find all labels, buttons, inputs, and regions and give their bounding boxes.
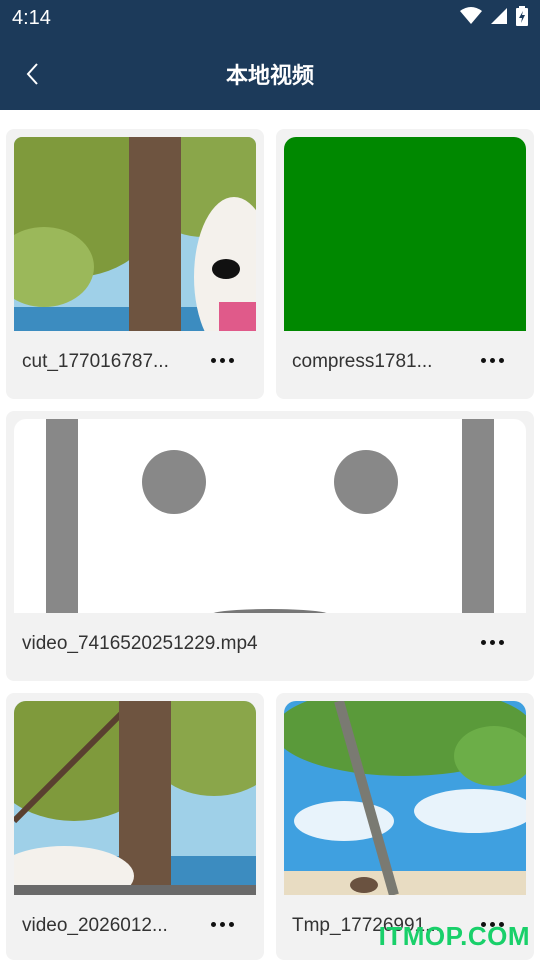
more-options-button[interactable] bbox=[472, 345, 512, 375]
video-thumbnail-image bbox=[14, 137, 256, 331]
more-dot-icon bbox=[219, 357, 225, 363]
more-dot-icon bbox=[498, 357, 504, 363]
more-dot-icon bbox=[498, 639, 504, 645]
video-name: cut_177016787... bbox=[22, 351, 169, 372]
wifi-icon bbox=[460, 7, 482, 24]
more-dot-icon bbox=[210, 357, 216, 363]
page-title: 本地视频 bbox=[225, 64, 314, 89]
video-thumbnail[interactable] bbox=[14, 137, 256, 331]
video-card[interactable]: video_7416520251229.mp4 bbox=[6, 411, 534, 681]
video-card[interactable]: video_2026012... bbox=[6, 693, 264, 960]
video-thumbnail-image bbox=[14, 419, 526, 613]
status-icons bbox=[460, 6, 528, 26]
more-dot-icon bbox=[210, 921, 216, 927]
video-card[interactable]: compress1781... bbox=[276, 129, 534, 399]
video-name: video_7416520251229.mp4 bbox=[22, 633, 258, 654]
more-options-button[interactable] bbox=[202, 909, 242, 939]
status-bar: 4:14 bbox=[0, 0, 540, 36]
video-name: compress1781... bbox=[292, 351, 433, 372]
more-dot-icon bbox=[489, 639, 495, 645]
app-bar: 本地视频 bbox=[0, 36, 540, 110]
more-options-button[interactable] bbox=[472, 627, 512, 657]
more-options-button[interactable] bbox=[202, 345, 242, 375]
video-card[interactable]: Tmp_17726991... bbox=[276, 693, 534, 960]
more-dot-icon bbox=[480, 639, 486, 645]
more-dot-icon bbox=[228, 357, 234, 363]
status-time: 4:14 bbox=[12, 7, 51, 29]
video-card[interactable]: cut_177016787... bbox=[6, 129, 264, 399]
video-thumbnail[interactable] bbox=[14, 701, 256, 895]
video-thumbnail-image bbox=[284, 701, 526, 895]
more-dot-icon bbox=[228, 921, 234, 927]
video-thumbnail[interactable] bbox=[14, 419, 526, 613]
video-thumbnail-image bbox=[14, 701, 256, 895]
battery-icon bbox=[516, 6, 528, 26]
more-dot-icon bbox=[480, 357, 486, 363]
signal-icon bbox=[491, 8, 507, 24]
video-thumbnail-image bbox=[284, 137, 526, 331]
site-watermark: ITMOP.COM bbox=[378, 921, 530, 951]
more-dot-icon bbox=[219, 921, 225, 927]
video-name: video_2026012... bbox=[22, 915, 168, 936]
video-thumbnail[interactable] bbox=[284, 701, 526, 895]
more-dot-icon bbox=[489, 357, 495, 363]
video-thumbnail[interactable] bbox=[284, 137, 526, 331]
